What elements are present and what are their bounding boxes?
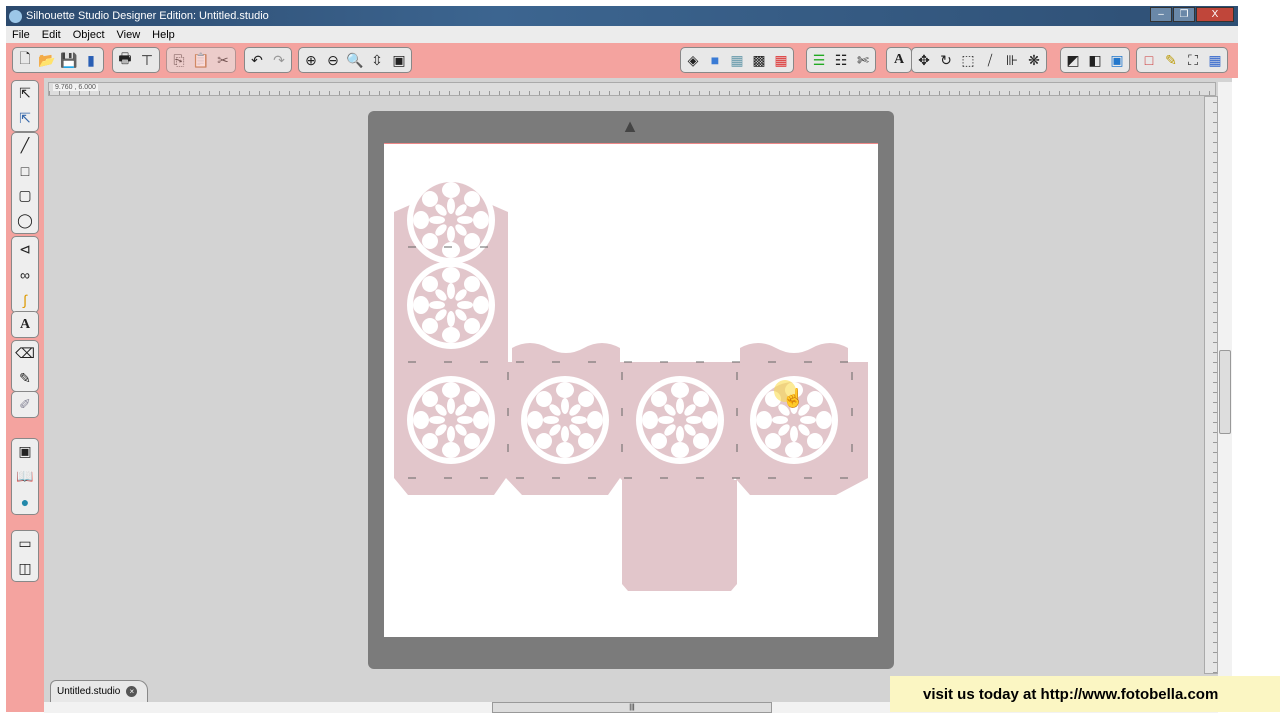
close-tab-icon[interactable]: ×: [126, 686, 138, 697]
tab-label: Untitled.studio: [57, 686, 121, 697]
box-template-design[interactable]: [0, 0, 1280, 720]
horizontal-scroll-thumb[interactable]: |||: [492, 702, 772, 713]
hand-cursor-icon: ☝: [774, 380, 804, 409]
tab-untitled-studio[interactable]: Untitled.studio ×: [50, 680, 148, 702]
promo-banner: visit us today at http://www.fotobella.c…: [890, 676, 1280, 712]
